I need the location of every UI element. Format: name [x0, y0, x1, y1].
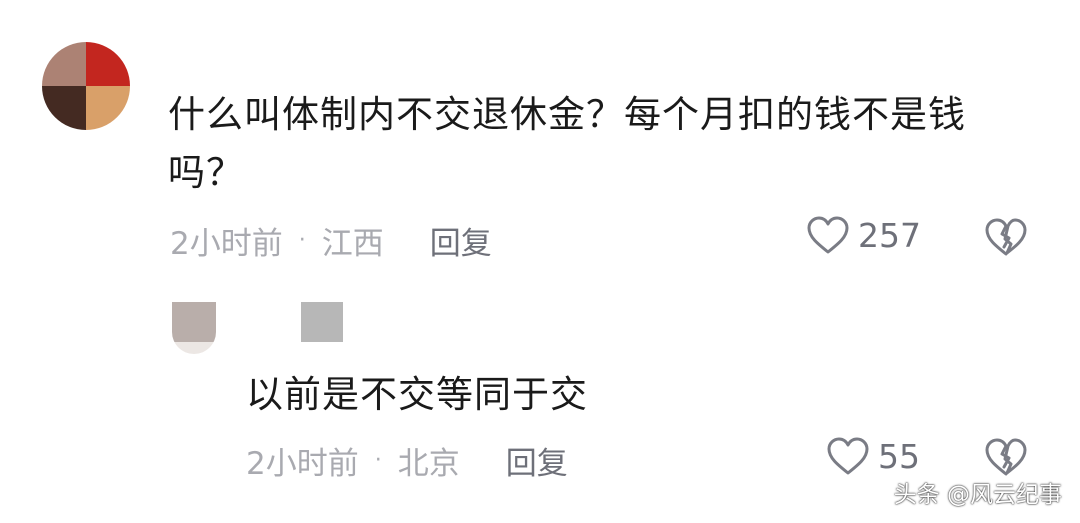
- comment-meta: 2小时前 · 江西 回复: [170, 218, 492, 263]
- commenter-avatar[interactable]: [42, 42, 130, 130]
- avatar-block: [172, 342, 216, 354]
- reply-location: 北京: [397, 446, 460, 482]
- comment-text: 什么叫体制内不交退休金？每个月扣的钱不是钱吗？: [168, 93, 966, 194]
- avatar-pixel: [86, 42, 130, 86]
- comment-time: 2小时前: [170, 226, 283, 262]
- dislike-button[interactable]: [984, 437, 1028, 477]
- avatar-pixel: [42, 42, 86, 86]
- broken-heart-icon: [984, 437, 1028, 477]
- meta-separator: ·: [374, 448, 382, 473]
- replier-name-redacted: [301, 302, 343, 342]
- comment-location: 江西: [321, 226, 384, 262]
- replier-avatar[interactable]: [172, 302, 216, 354]
- avatar-pixel: [86, 86, 130, 130]
- watermark: 头条 @风云纪事: [893, 482, 1062, 508]
- like-count: 55: [878, 436, 920, 476]
- heart-outline-icon: [826, 436, 870, 476]
- reply-button[interactable]: 回复: [430, 218, 492, 263]
- reply-button[interactable]: 回复: [506, 438, 568, 483]
- like-button[interactable]: 257: [806, 215, 921, 255]
- avatar-block: [172, 302, 216, 342]
- like-count: 257: [858, 215, 921, 255]
- avatar-pixel: [42, 86, 86, 130]
- like-button[interactable]: 55: [826, 436, 920, 476]
- reply-time: 2小时前: [246, 446, 359, 482]
- reply-meta: 2小时前 · 北京 回复: [246, 438, 568, 483]
- reply-text: 以前是不交等同于交: [246, 373, 588, 416]
- broken-heart-icon: [984, 217, 1028, 257]
- meta-separator: ·: [298, 228, 306, 253]
- dislike-button[interactable]: [984, 217, 1028, 257]
- heart-outline-icon: [806, 215, 850, 255]
